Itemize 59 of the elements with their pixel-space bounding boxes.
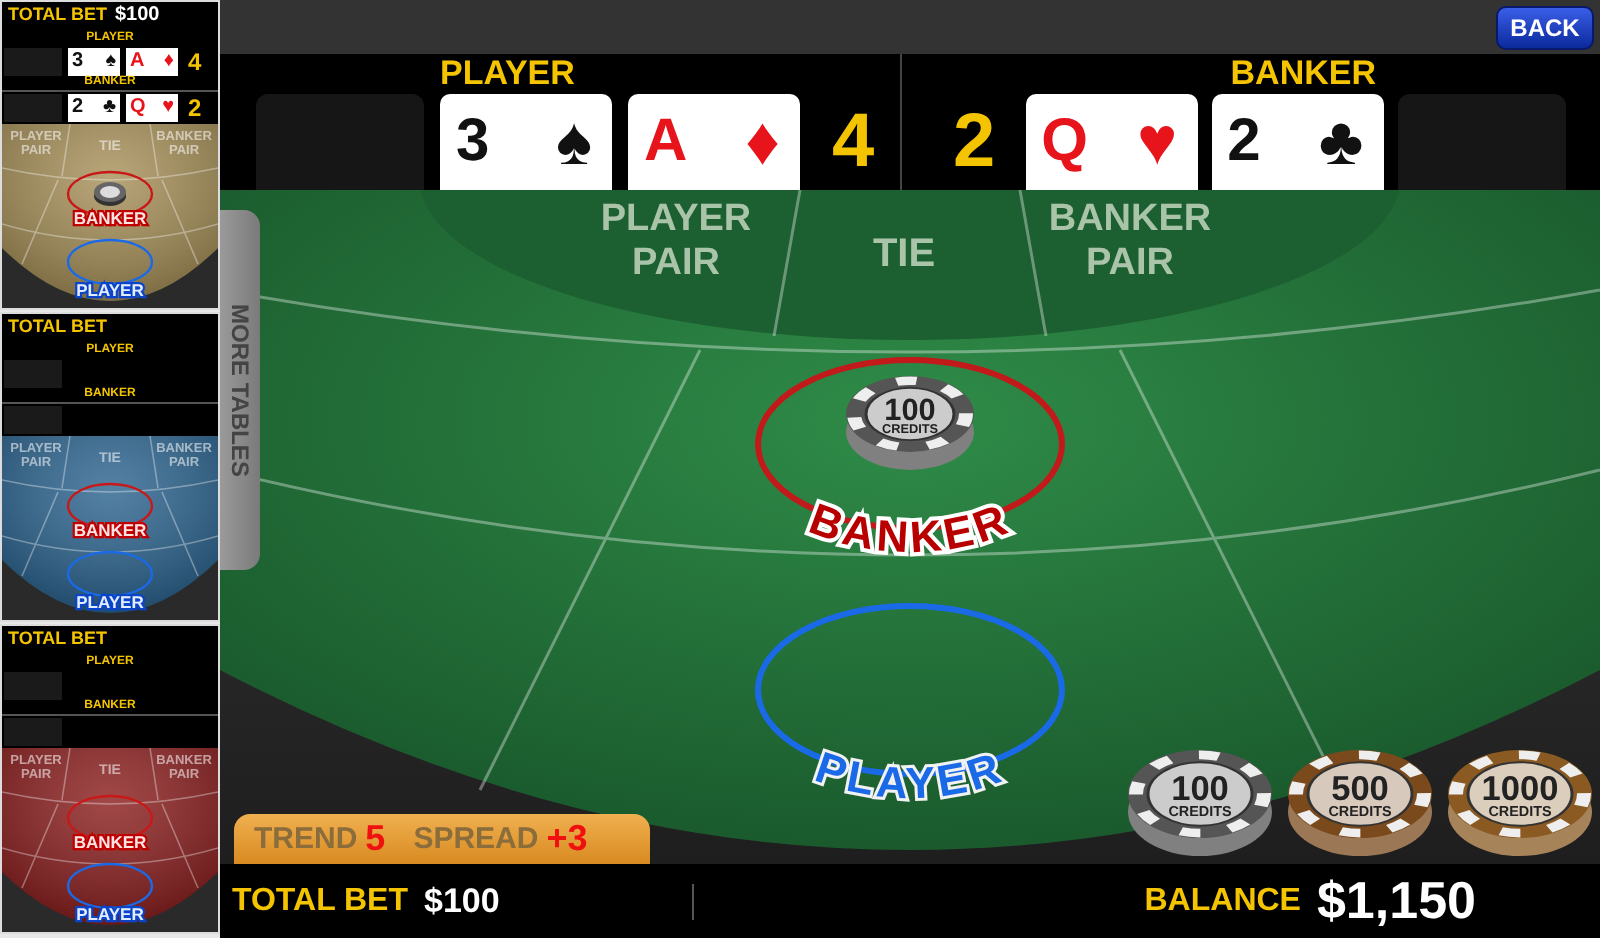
banker-score: 2 (953, 98, 996, 188)
chip-value: 500 (1331, 768, 1389, 808)
chip-drawing[interactable] (1128, 749, 1272, 856)
player-bet-ring[interactable] (66, 862, 154, 910)
player-bet-ring[interactable] (66, 238, 154, 286)
empty-card-slot (4, 47, 62, 75)
chip-value: 100 (1171, 768, 1229, 808)
total-bet-value: $100 (424, 881, 500, 921)
card-rank: Q (130, 95, 146, 119)
chip-value: 1000 (1481, 768, 1559, 808)
player-spot-label: PLAYER (76, 280, 144, 300)
tie-label: TIE (872, 232, 936, 276)
balance-label: BALANCE (1144, 883, 1301, 919)
total-bet-label: TOTAL BET (8, 316, 107, 336)
spread-label: SPREAD (413, 822, 539, 856)
card-suit: ♥ (1136, 106, 1178, 178)
player-spot-label: PLAYER (76, 904, 144, 924)
chip-drawing[interactable] (1448, 749, 1592, 856)
card-rank: 2 (72, 95, 84, 119)
card-suit: ♠ (105, 49, 116, 73)
total-bet-label: TOTAL BET (232, 883, 408, 919)
banker-spot-label: BANKER (73, 208, 147, 228)
player-score: 4 (188, 47, 202, 75)
card-suit: ♠ (555, 106, 592, 178)
card-rank: Q (1041, 108, 1088, 176)
total-bet-value: $100 (115, 4, 160, 26)
banker-score: 2 (188, 93, 202, 121)
back-button[interactable]: BACK (1496, 5, 1594, 49)
banker-spot-label: BANKER (73, 520, 147, 540)
chip-drawing[interactable] (1288, 749, 1432, 856)
empty-card-slot (4, 359, 62, 387)
balance-value: $1,150 (1316, 870, 1476, 932)
card-suit: ♦ (745, 106, 780, 178)
player-pair-label: PLAYER PAIR (600, 198, 752, 284)
card-suit: ♣ (102, 95, 116, 119)
total-bet-label: TOTAL BET (8, 4, 107, 24)
card-rank: A (130, 49, 145, 73)
trend-label: TREND (254, 822, 358, 856)
banker-pair-label: BANKER PAIR (1048, 198, 1212, 284)
card-suit: ♣ (1318, 106, 1364, 178)
total-bet-label: TOTAL BET (8, 628, 107, 648)
empty-card-slot (4, 405, 62, 433)
banker-label: BANKER (1228, 54, 1378, 94)
empty-card-slot (4, 93, 62, 121)
player-spot-label: PLAYER (76, 592, 144, 612)
chip-drawing[interactable] (846, 375, 974, 470)
empty-card-slot (4, 717, 62, 745)
spread-value: +3 (546, 818, 588, 860)
card-rank: 2 (1227, 108, 1261, 176)
player-label: PLAYER (438, 54, 577, 94)
card-rank: 3 (72, 49, 84, 73)
card-rank: 3 (456, 108, 490, 176)
trend-value: 5 (365, 818, 386, 860)
card-rank: A (644, 108, 688, 176)
card-suit: ♥ (162, 95, 174, 119)
player-score: 4 (832, 98, 875, 188)
empty-card-slot (4, 671, 62, 699)
card-suit: ♦ (163, 49, 174, 73)
banker-spot-label: BANKER (73, 832, 147, 852)
